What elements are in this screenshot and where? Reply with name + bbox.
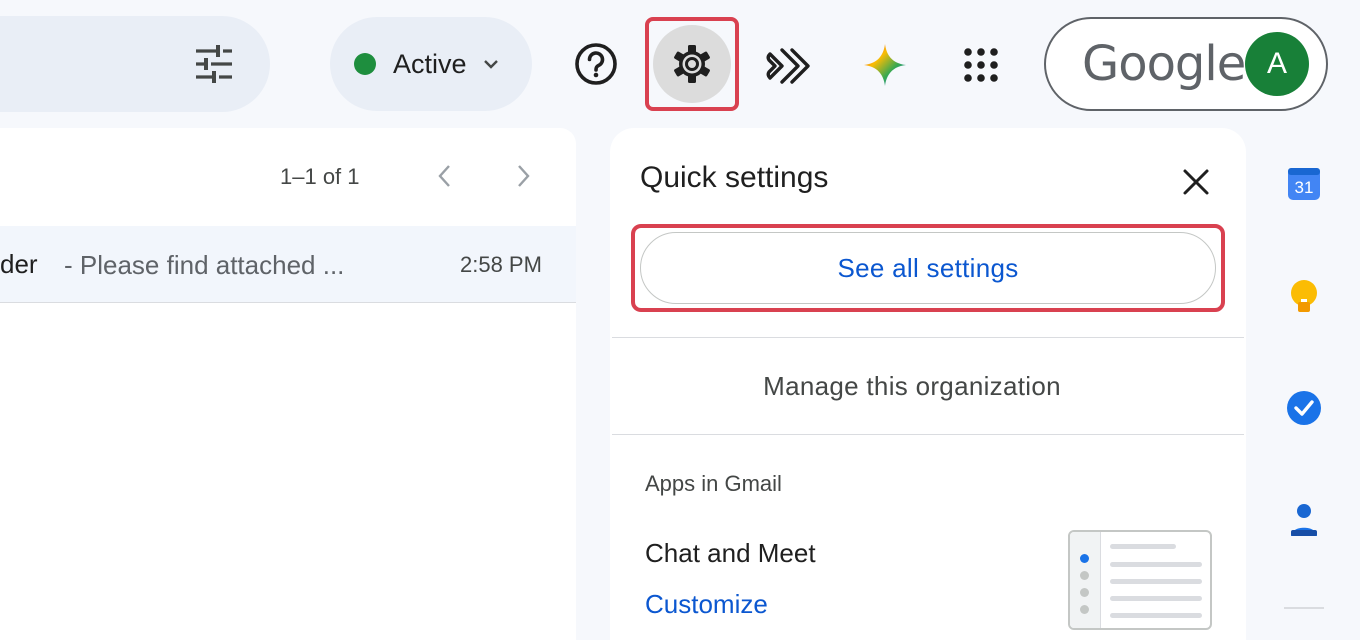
calendar-icon[interactable]: 31 [1282,162,1326,206]
table-row[interactable]: der - Please find attached ... 2:58 PM [0,226,576,303]
divider [612,434,1244,435]
status-dot [354,53,376,75]
help-icon[interactable] [570,38,622,90]
settings-button[interactable] [653,25,731,103]
chevron-left-icon[interactable] [430,160,460,192]
tune-icon[interactable] [192,42,236,86]
google-logo: Google [1082,36,1246,92]
mail-snippet: - Please find attached ... [64,250,345,280]
pagination-count: 1–1 of 1 [280,164,360,189]
close-icon[interactable] [1176,162,1216,202]
contacts-icon[interactable] [1282,498,1326,542]
keep-icon[interactable] [1282,274,1326,318]
preview-line [1110,579,1202,584]
settings-icon [674,45,710,83]
quick-settings-title: Quick settings [640,161,829,194]
divider [612,337,1244,338]
preview-line [1110,544,1176,549]
chevron-down-icon [483,60,498,69]
chevron-right-icon[interactable] [508,160,538,192]
preview-dot [1080,588,1089,597]
chat-meet-preview [1068,530,1212,630]
chat-and-meet-label: Chat and Meet [645,538,816,568]
account-switcher[interactable]: Google A [1044,17,1328,111]
preview-line [1110,596,1202,601]
mail-list-panel [0,128,576,640]
mail-sender: der [0,249,38,279]
tasks-icon[interactable] [1282,386,1326,430]
status-selector[interactable]: Active [330,17,532,111]
extension-icon[interactable] [760,38,816,94]
preview-dot [1080,554,1089,563]
avatar[interactable]: A [1245,32,1309,96]
manage-organization-button[interactable]: Manage this organization [612,348,1212,424]
preview-line [1110,562,1202,567]
divider [1284,607,1324,609]
mail-time: 2:58 PM [460,252,542,277]
status-label: Active [393,48,467,79]
gemini-icon[interactable] [858,38,912,92]
preview-dot [1080,605,1089,614]
calendar-day: 31 [1295,178,1314,197]
see-all-settings-button[interactable]: See all settings [640,232,1216,304]
preview-dot [1080,571,1089,580]
apps-in-gmail-heading: Apps in Gmail [645,471,782,496]
apps-grid-icon[interactable] [954,38,1008,92]
preview-line [1110,613,1202,618]
customize-link[interactable]: Customize [645,589,768,620]
